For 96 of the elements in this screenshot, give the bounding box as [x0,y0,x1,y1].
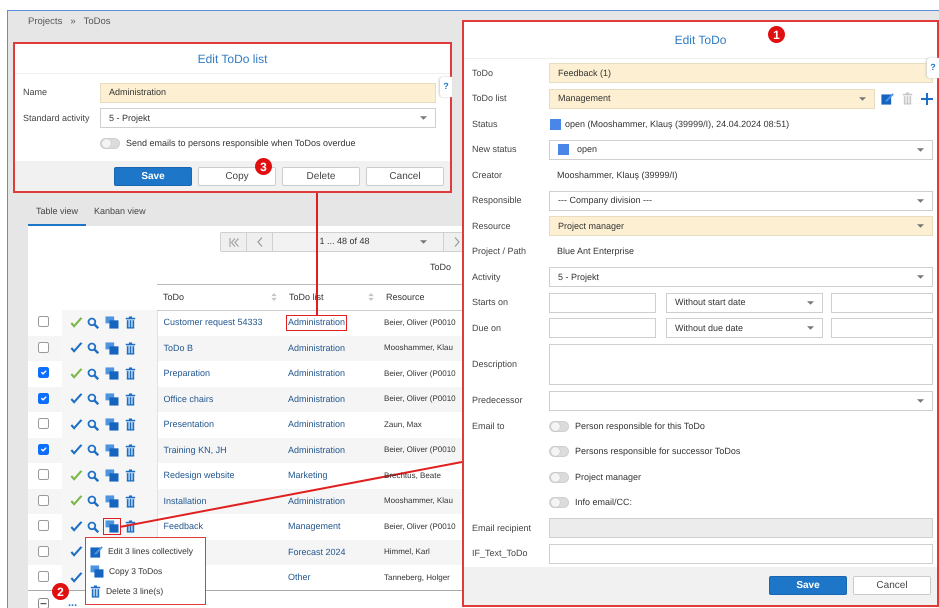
field-label: Email to [472,420,506,433]
field-label: IF_Text_ToDo [472,547,529,560]
toggle-label: Send emails to persons responsible when ToDos overdue [126,137,356,150]
select-field[interactable]: 5 - Projekt [100,108,436,128]
table-cell-text: Forecast 2024 [288,546,346,558]
select-field[interactable]: 5 - Projekt [549,267,933,288]
select-value: Project manager [558,220,624,233]
group-header: ToDo [429,261,452,274]
todo-link[interactable]: Redesign website [164,470,235,480]
table-cell-text: Administration [288,367,346,380]
todo-link[interactable]: Office chairs [164,394,214,404]
table-cell-text: Management [288,520,341,533]
breadcrumb-separator: » [70,14,76,29]
more-link[interactable]: ... [68,597,78,608]
menu-item[interactable]: Delete 3 line(s) [90,584,201,598]
field-label: Responsible [472,194,523,208]
todo-link[interactable]: Customer request 54333 [164,317,263,328]
field-label: ToDo list [472,92,508,106]
select-field[interactable]: open [549,140,933,160]
table-cell-text: Administration [288,392,346,406]
help-button[interactable]: ? [927,58,939,78]
table-cell-text: Marketing [288,469,328,482]
field-label: Standard activity [23,112,91,125]
column-header[interactable]: ToDo [163,290,184,304]
field-label: Status [472,118,499,131]
toggle-label: Person responsible for this ToDo [575,420,705,433]
table-cell-text: Administration [288,316,346,330]
select-field[interactable]: Project manager [549,216,933,236]
dialog-button[interactable]: Delete [282,166,360,186]
field-value: Blue Ant Enterprise [556,245,634,258]
field-label: Creator [472,168,504,182]
field-value: Mooshammer, Klauş (39999/I) [556,168,678,182]
dialog-button[interactable]: Cancel [853,576,931,596]
select-value: 5 - Projekt [558,270,600,284]
table-cell: Beier, Oliver (P0010 [384,394,456,404]
primary-button[interactable]: Save [114,166,192,186]
breadcrumb-link[interactable]: ToDos [84,14,111,30]
input-field[interactable]: Administration [100,82,436,103]
table-cell: Mooshammer, Klau [384,343,453,352]
dialog-title: Edit ToDo [674,32,726,49]
select-value: open [577,143,598,156]
dialog-button[interactable]: Cancel [366,166,444,186]
table-cell: Zaun, Max [384,420,422,429]
select-field[interactable]: Management [549,88,875,109]
todo-link[interactable]: Feedback [164,521,204,531]
help-button[interactable]: ? [440,77,452,97]
menu-item[interactable]: Copy 3 ToDos [90,564,201,578]
table-cell-text: Administration [288,444,346,456]
page-range: 1 ... 48 of 48 [319,235,370,248]
table-cell: Beier, Oliver (P0010 [384,318,456,327]
table-cell-text: Administration [288,494,346,508]
todo-link[interactable]: Presentation [164,419,214,429]
table-cell: Himmel, Karl [384,547,430,556]
todo-link[interactable]: Preparation [164,368,210,378]
field-label: Predecessor [472,394,524,408]
table-cell: Mooshammer, Klau [384,496,453,506]
field-label: Activity [472,270,502,284]
breadcrumb-link[interactable]: Projects [28,14,62,30]
field-label: Email recipient [472,522,532,535]
toggle-label: Project manager [575,470,642,484]
table-cell: Beier, Oliver (P0010 [384,522,456,531]
field-label: Starts on [472,296,510,310]
table-cell: Beier, Oliver (P0010 [384,445,456,454]
callout-badge: 3 [255,158,272,175]
table-cell-text: Other [288,570,311,584]
todo-link[interactable]: Installation [164,496,207,506]
select-field[interactable]: --- Company division --- [549,190,933,211]
select-value: Management [558,92,611,106]
column-header[interactable]: Resource [386,290,425,304]
table-cell: Tanneberg, Holger [384,572,450,582]
status-text: open (Mooshammer, Klauş (39999/I), 24.04.2024 08:51) [565,118,790,131]
callout-badge: 1 [768,26,785,43]
field-label: Due on [472,322,502,335]
menu-item[interactable]: Edit 3 lines collectively [90,544,201,558]
field-label: Project / Path [472,245,528,258]
select-value: Without start date [675,296,746,310]
select-value: --- Company division --- [558,194,652,208]
field-label: Resource [472,220,512,233]
field-label: Description [472,358,518,371]
field-label: ToDo [472,66,494,80]
todo-link[interactable]: ToDo B [164,342,194,352]
table-cell: Beier, Oliver (P0010 [384,368,456,378]
select-value: 5 - Projekt [109,112,150,125]
select-value: Without due date [675,322,744,335]
table-cell-text: Administration [288,418,346,431]
todo-link[interactable]: Training KN, JH [164,444,227,454]
select-field[interactable]: Without start date [666,292,823,313]
dialog-title: Edit ToDo list [198,50,268,68]
table-cell-text: Administration [288,342,346,354]
toggle-label: Info email/CC: [575,496,632,510]
toggle-label: Persons responsible for successor ToDos [575,445,740,458]
view-tab[interactable]: Kanban view [86,200,154,226]
select-field[interactable]: Without due date [666,318,823,338]
field-label: Name [23,86,48,99]
primary-button[interactable]: Save [769,576,847,596]
field-label: New status [472,143,518,156]
